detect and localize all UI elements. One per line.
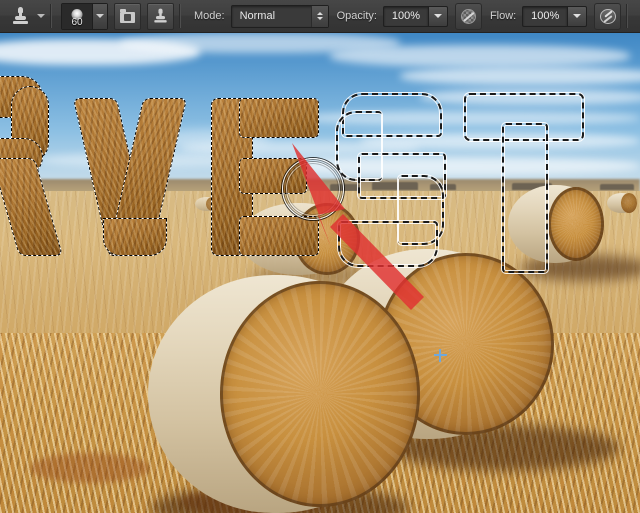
letter-V xyxy=(72,98,198,256)
letter-S-selection xyxy=(332,93,452,269)
photoshop-window: 60 Mode: Normal Opacity: 100% Flow: 100% xyxy=(0,0,640,513)
opacity-label: Opacity: xyxy=(336,10,377,22)
airbrush-button[interactable] xyxy=(594,2,622,30)
cloud xyxy=(400,67,640,85)
divider xyxy=(179,4,181,28)
toggle-clone-source-panel-button[interactable] xyxy=(147,2,174,30)
clone-stamp-icon[interactable] xyxy=(7,3,33,29)
letter-R xyxy=(0,76,64,256)
flow-value[interactable]: 100% xyxy=(522,5,568,27)
crosshair-icon xyxy=(434,349,447,362)
hay-bale-foreground-left xyxy=(148,275,420,513)
brush-panel-icon xyxy=(120,9,135,23)
flow-label: Flow: xyxy=(489,10,517,22)
document-canvas[interactable] xyxy=(0,33,640,513)
tool-preset-picker[interactable] xyxy=(0,3,45,29)
brush-dropdown-toggle[interactable] xyxy=(92,3,107,29)
divider xyxy=(626,4,629,28)
pressure-opacity-icon xyxy=(460,8,476,24)
letter-T-selection xyxy=(464,93,584,273)
divider xyxy=(50,4,52,28)
chevron-down-icon[interactable] xyxy=(37,14,45,18)
tool-options-bar: 60 Mode: Normal Opacity: 100% Flow: 100% xyxy=(0,0,640,33)
mode-label: Mode: xyxy=(194,10,225,22)
clone-source-panel-icon xyxy=(148,3,174,29)
blend-mode-value: Normal xyxy=(239,10,276,22)
brush-tip-soft-round-icon[interactable]: 60 xyxy=(62,3,92,29)
treeline xyxy=(600,184,634,190)
opacity-dropdown-toggle[interactable] xyxy=(427,5,448,27)
toggle-brush-panel-button[interactable] xyxy=(114,2,141,30)
flow-field[interactable]: 100% xyxy=(522,5,588,27)
dirt-patch xyxy=(30,453,150,483)
cloud xyxy=(330,45,630,67)
clone-stamp-brush-cursor-inner xyxy=(286,162,340,216)
flow-dropdown-toggle[interactable] xyxy=(567,5,588,27)
brush-preset-picker[interactable]: 60 xyxy=(61,2,108,30)
airbrush-icon xyxy=(599,8,616,24)
opacity-field[interactable]: 100% xyxy=(382,5,448,27)
chevron-down-icon xyxy=(433,14,442,18)
opacity-pressure-button[interactable] xyxy=(454,2,482,30)
hay-bale-distant xyxy=(607,193,637,213)
blend-mode-select[interactable]: Normal xyxy=(230,4,329,28)
opacity-value[interactable]: 100% xyxy=(382,5,428,27)
spinner-icon[interactable] xyxy=(310,5,328,27)
chevron-down-icon xyxy=(573,14,582,18)
brush-size-value: 60 xyxy=(71,16,83,28)
chevron-down-icon xyxy=(96,14,104,18)
